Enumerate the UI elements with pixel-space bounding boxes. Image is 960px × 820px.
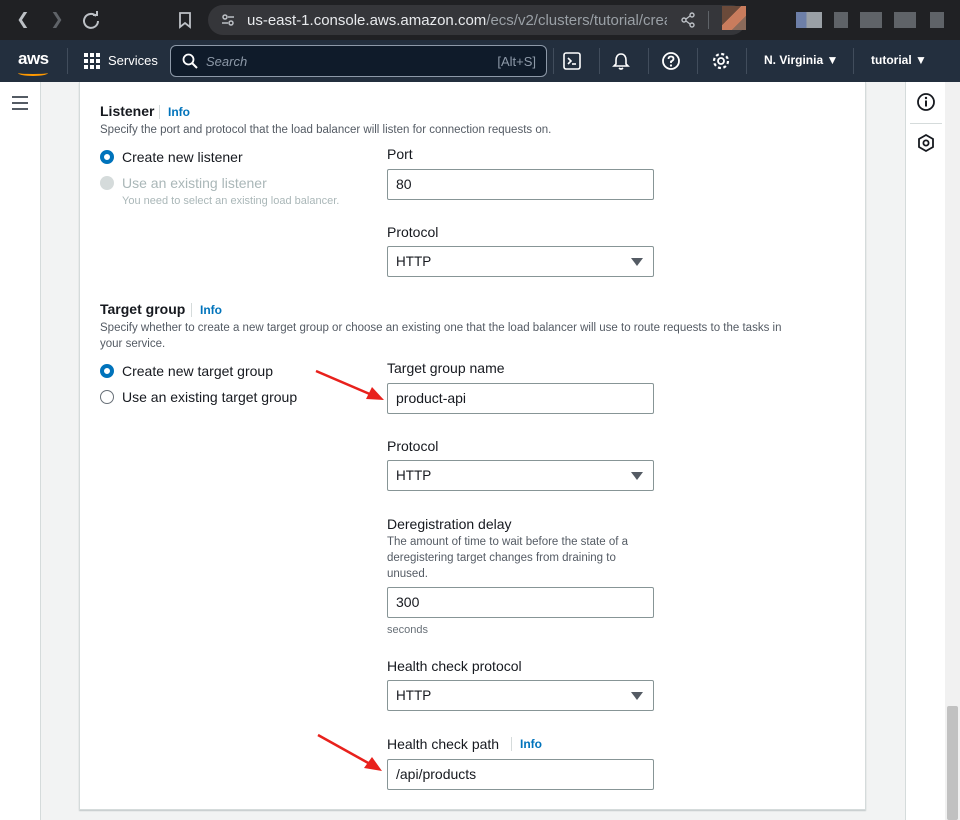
deregistration-delay-input[interactable]: 300 [387,587,654,618]
region-selector[interactable]: N. Virginia ▼ [764,53,838,67]
radio-use-existing-target-group[interactable]: Use an existing target group [100,389,297,405]
radio-label: Create new listener [122,149,243,165]
search-placeholder: Search [206,54,248,69]
target-group-title: Target group [100,301,186,317]
radio-label: Create new target group [122,363,273,379]
info-panel-icon[interactable] [916,92,936,112]
select-value: HTTP [396,254,432,269]
profile-icon[interactable] [796,12,822,28]
site-settings-icon[interactable] [220,12,236,28]
scrollbar-thumb[interactable] [947,706,958,820]
services-menu[interactable]: Services [108,53,158,68]
hamburger-menu-icon[interactable] [12,96,28,110]
extension-avatar[interactable] [722,6,746,30]
health-check-protocol-label: Health check protocol [387,658,522,674]
listener-protocol-label: Protocol [387,224,439,240]
reload-icon[interactable] [80,9,102,31]
health-check-path-info-link[interactable]: Info [511,737,542,751]
deregistration-delay-desc-line3: unused. [387,568,428,580]
annotation-arrow-icon [317,733,382,771]
radio-create-new-listener[interactable]: Create new listener [100,149,243,165]
radio-selected[interactable] [100,150,114,164]
back-icon[interactable]: ❮ [12,9,34,31]
listener-info-link[interactable]: Info [159,105,190,119]
browser-toolbar: ❮ ❯ us-east-1.console.aws.amazon.com/ecs… [0,0,960,40]
url-text: us-east-1.console.aws.amazon.com/ecs/v2/… [247,12,667,29]
target-group-description-line1: Specify whether to create a new target g… [100,322,782,334]
health-check-path-input[interactable]: /api/products [387,759,654,790]
listener-title: Listener [100,103,155,119]
aws-logo-smile [18,70,48,76]
target-group-name-label: Target group name [387,360,505,376]
extension-icon[interactable] [834,12,848,28]
share-icon[interactable] [680,12,696,28]
menu-icon[interactable] [930,12,944,28]
radio-selected[interactable] [100,364,114,378]
listener-protocol-select[interactable]: HTTP [387,246,654,277]
existing-listener-hint: You need to select an existing load bala… [122,195,340,207]
caret-down-icon [631,472,643,480]
notifications-icon[interactable] [611,51,631,71]
cloudshell-icon[interactable] [562,51,582,71]
bookmark-icon[interactable] [174,9,196,31]
help-icon[interactable] [661,51,681,71]
port-label: Port [387,146,413,162]
side-navigation-rail [0,82,41,820]
address-bar[interactable]: us-east-1.console.aws.amazon.com/ecs/v2/… [208,5,746,35]
tools-rail [905,82,945,820]
target-group-description-line2: your service. [100,338,166,350]
deregistration-delay-unit: seconds [387,624,428,636]
radio-label: Use an existing target group [122,389,298,405]
account-menu[interactable]: tutorial ▼ [871,53,927,67]
extension-icon[interactable] [860,12,882,28]
quick-setup-hexagon-icon[interactable] [916,133,936,153]
search-input[interactable]: Search [Alt+S] [170,45,547,77]
deregistration-delay-label: Deregistration delay [387,516,512,532]
radio-disabled [100,176,114,190]
radio-use-existing-listener: Use an existing listener [100,175,267,191]
health-check-protocol-select[interactable]: HTTP [387,680,654,711]
target-group-info-link[interactable]: Info [191,303,222,317]
services-grid-icon[interactable] [84,53,100,69]
caret-down-icon [631,692,643,700]
search-shortcut: [Alt+S] [497,54,536,69]
target-group-name-input[interactable]: product-api [387,383,654,414]
aws-logo[interactable]: aws [18,49,49,69]
deregistration-delay-desc-line2: deregistering target changes from draini… [387,552,616,564]
radio-unselected[interactable] [100,390,114,404]
search-icon [182,53,198,69]
extension-icon[interactable] [894,12,916,28]
settings-gear-icon[interactable] [711,51,731,71]
target-group-protocol-select[interactable]: HTTP [387,460,654,491]
caret-down-icon [631,258,643,266]
target-group-protocol-label: Protocol [387,438,439,454]
select-value: HTTP [396,688,432,703]
health-check-path-label: Health check path [387,736,500,752]
deregistration-delay-desc-line1: The amount of time to wait before the st… [387,536,628,548]
listener-description: Specify the port and protocol that the l… [100,124,552,136]
radio-label: Use an existing listener [122,175,267,191]
radio-create-new-target-group[interactable]: Create new target group [100,363,273,379]
port-input[interactable]: 80 [387,169,654,200]
forward-icon[interactable]: ❯ [46,9,68,31]
aws-top-nav: aws Services Search [Alt+S] N. Virginia … [0,40,960,82]
annotation-arrow-icon [315,369,384,400]
select-value: HTTP [396,468,432,483]
